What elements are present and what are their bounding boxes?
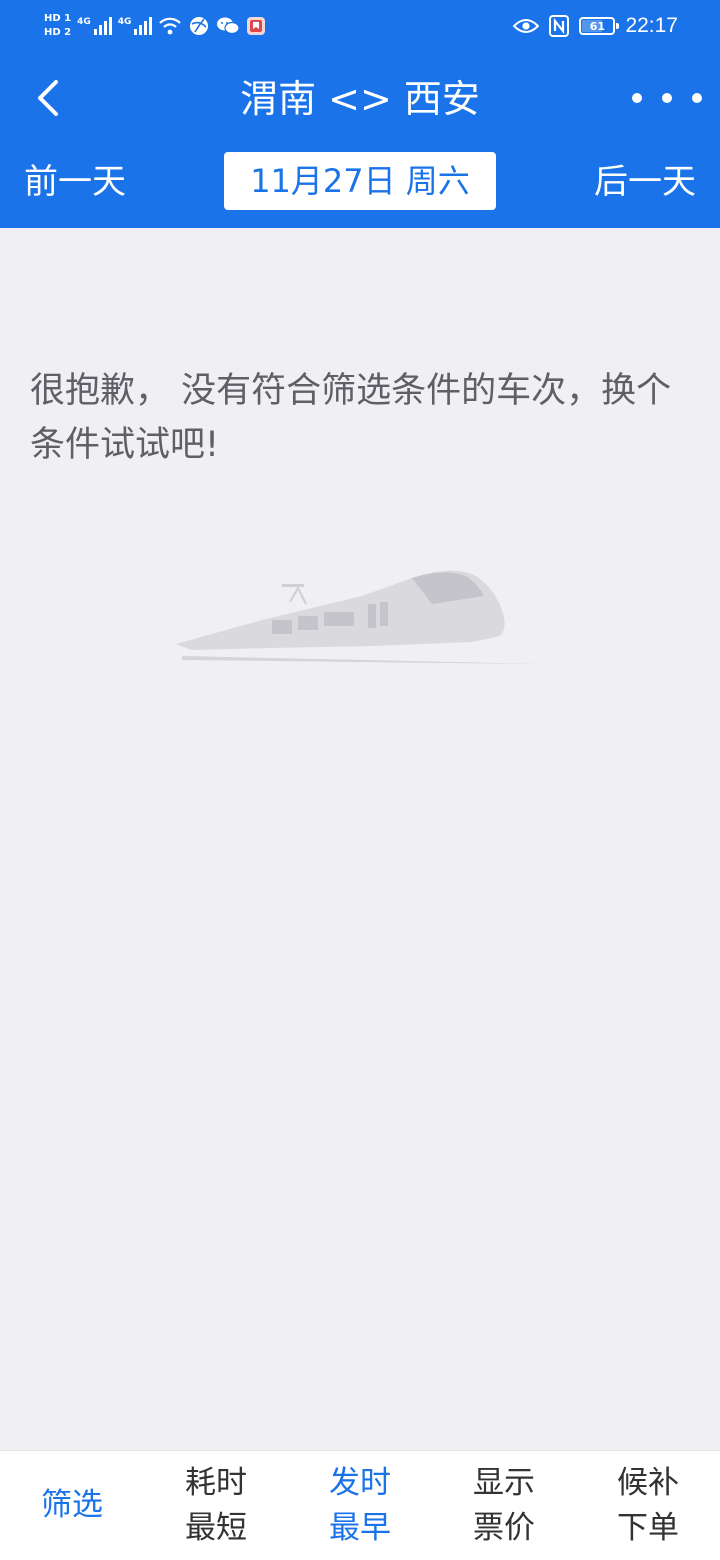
wechat-icon [217, 17, 241, 35]
nfc-icon [549, 15, 570, 37]
battery-level: 61 [589, 19, 606, 33]
signal-2: 4G [118, 17, 153, 35]
signal-1: 4G [77, 17, 112, 35]
app-header: HD 1 HD 2 4G 4G 61 22:17 渭南 <> 西安 前一天 11… [0, 0, 720, 228]
status-bar: HD 1 HD 2 4G 4G 61 22:17 [0, 0, 720, 52]
tab-filter-label: 筛选 [41, 1487, 103, 1523]
tab-label-line1: 候补 [617, 1464, 679, 1501]
tab-label-line2: 下单 [617, 1509, 679, 1546]
more-icon-dot [692, 93, 702, 103]
browser-icon [190, 17, 209, 35]
hd1-label: HD 1 [44, 13, 72, 24]
signal-bars-icon [134, 17, 153, 35]
back-button[interactable] [22, 72, 74, 124]
tab-label-line2: 最短 [185, 1509, 247, 1546]
hd-indicator: HD 1 HD 2 [44, 13, 71, 39]
date-selector[interactable]: 11月27日 周六 [224, 152, 496, 210]
tab-shortest-duration[interactable]: 耗时 最短 [144, 1461, 288, 1551]
status-left: HD 1 HD 2 4G 4G [44, 8, 266, 44]
notification-app-icon [247, 17, 266, 35]
tab-waitlist-order[interactable]: 候补 下单 [576, 1461, 720, 1551]
hd2-label: HD 2 [44, 27, 72, 38]
tab-label-line1: 显示 [473, 1464, 535, 1501]
wifi-icon [159, 17, 182, 35]
back-arrow-icon [38, 80, 58, 116]
more-icon-dot [632, 93, 642, 103]
empty-state-message: 很抱歉， 没有符合筛选条件的车次，换个条件试试吧! [30, 371, 672, 465]
tab-label-line2: 最早 [329, 1509, 391, 1546]
tab-earliest-departure[interactable]: 发时 最早 [288, 1461, 432, 1551]
tab-label-line1: 发时 [329, 1464, 391, 1501]
status-time: 22:17 [625, 14, 678, 37]
tab-label-line1: 耗时 [185, 1464, 247, 1501]
network-type-2: 4G [117, 17, 132, 27]
tab-label-line2: 票价 [473, 1509, 535, 1546]
prev-day-button[interactable]: 前一天 [24, 156, 126, 208]
signal-bars-icon [93, 17, 112, 35]
next-day-button[interactable]: 后一天 [594, 156, 696, 208]
network-type-1: 4G [77, 17, 91, 27]
bottom-toolbar: 筛选 耗时 最短 发时 最早 显示 票价 候补 下单 [0, 1450, 720, 1560]
eye-icon [513, 19, 540, 33]
status-right: 61 22:17 [513, 8, 678, 44]
more-button[interactable] [632, 80, 702, 116]
tab-filter[interactable]: 筛选 [0, 1483, 144, 1528]
more-icon-dot [662, 93, 672, 103]
battery-icon: 61 [579, 17, 620, 35]
train-icon [176, 570, 544, 664]
page-title: 渭南 <> 西安 [240, 77, 480, 121]
tab-show-price[interactable]: 显示 票价 [432, 1461, 576, 1551]
